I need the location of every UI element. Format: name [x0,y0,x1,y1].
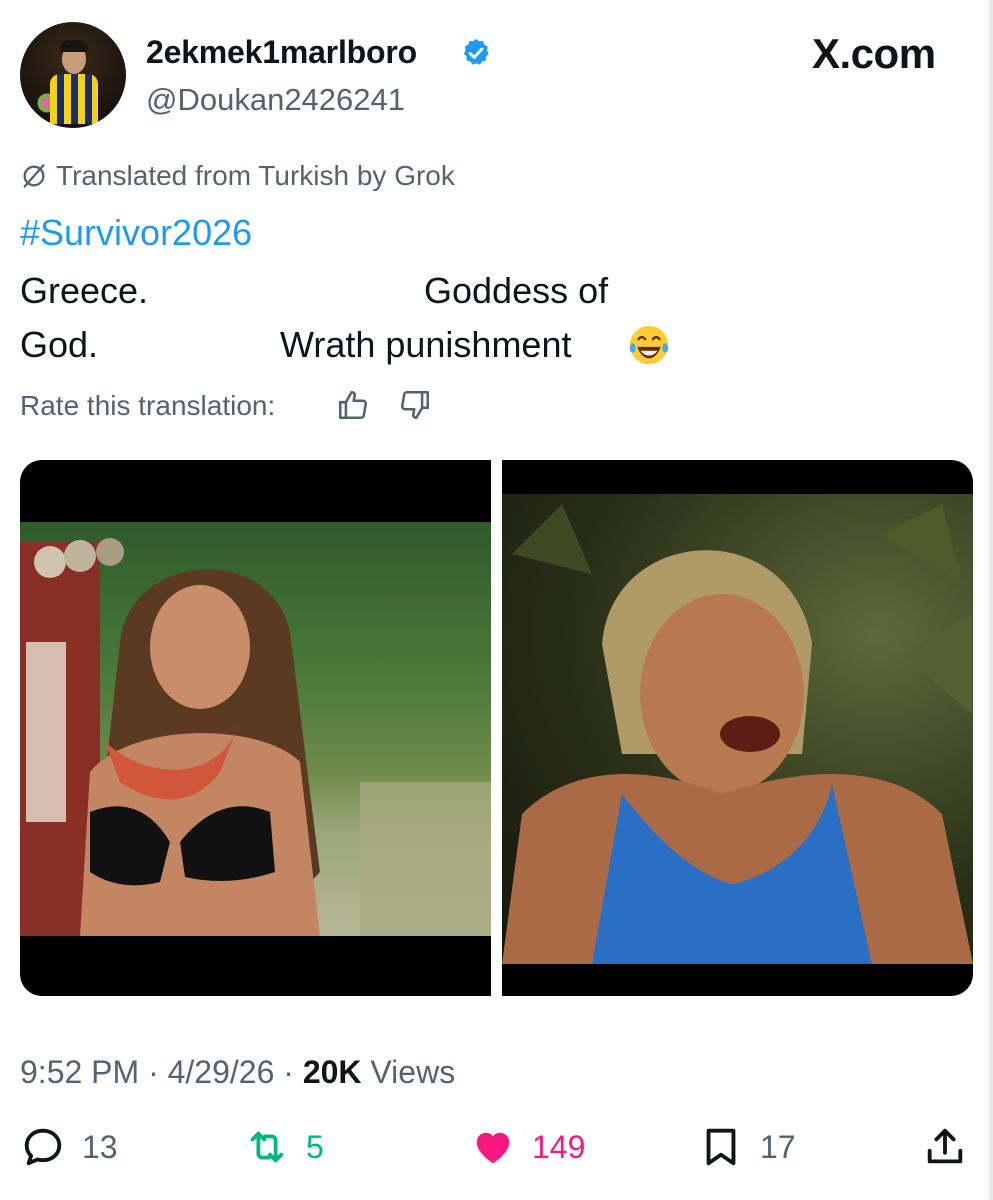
meta-separator: · [148,1054,159,1090]
translation-notice: Translated from Turkish by Grok [20,160,455,192]
repost-button[interactable]: 5 [244,1124,324,1170]
post-meta: 9:52 PM · 4/29/26 · 20K Views [20,1054,455,1091]
share-button[interactable] [922,1124,968,1170]
post-date[interactable]: 4/29/26 [168,1054,275,1090]
grok-icon [23,164,45,188]
bookmark-button[interactable]: 17 [698,1124,796,1170]
post-text-line2-left: God. [20,324,99,365]
site-logo: X.com [812,30,936,77]
avatar[interactable] [20,22,126,128]
thumbs-down-icon[interactable] [398,388,432,422]
views-count: 20K [302,1054,362,1090]
verified-badge-icon [463,39,489,65]
like-count: 149 [532,1128,586,1165]
post-text-line1-right: Goddess of [424,270,609,311]
translation-notice-text: Translated from Turkish by Grok [56,160,455,191]
repost-count: 5 [306,1128,324,1165]
views-label: Views [370,1054,456,1090]
avatar-jersey [50,74,98,124]
repost-icon [250,1131,284,1163]
media-image-left[interactable] [20,460,491,996]
photo-right-scene [502,494,973,964]
reply-count: 13 [82,1128,118,1165]
right-border [989,0,993,1200]
thumbs-up-icon[interactable] [336,388,370,422]
photo-left-illustration [20,538,491,936]
tears-of-joy-emoji-icon [629,325,669,365]
user-handle[interactable]: @Doukan2426241 [146,82,405,118]
post-text-line2-right: Wrath punishment [280,324,572,365]
photo-right-illustration [502,504,973,964]
post-text-line1-left: Greece. [20,270,149,311]
post-time[interactable]: 9:52 PM [20,1054,139,1090]
avatar-hair [60,40,88,52]
hashtag-link[interactable]: #Survivor2026 [20,212,252,254]
media-image-right[interactable] [502,460,973,996]
bookmark-icon [706,1128,736,1166]
photo-left-scene [20,522,491,936]
display-name[interactable]: 2ekmek1marlboro [146,34,417,71]
media-grid[interactable] [20,460,973,996]
heart-icon [476,1132,510,1164]
share-icon [927,1128,963,1164]
meta-separator: · [283,1054,294,1090]
like-button[interactable]: 149 [470,1124,585,1170]
bookmark-count: 17 [760,1128,796,1165]
reply-button[interactable]: 13 [20,1124,118,1170]
rate-translation-label: Rate this translation: [20,390,276,421]
reply-icon [24,1128,62,1166]
